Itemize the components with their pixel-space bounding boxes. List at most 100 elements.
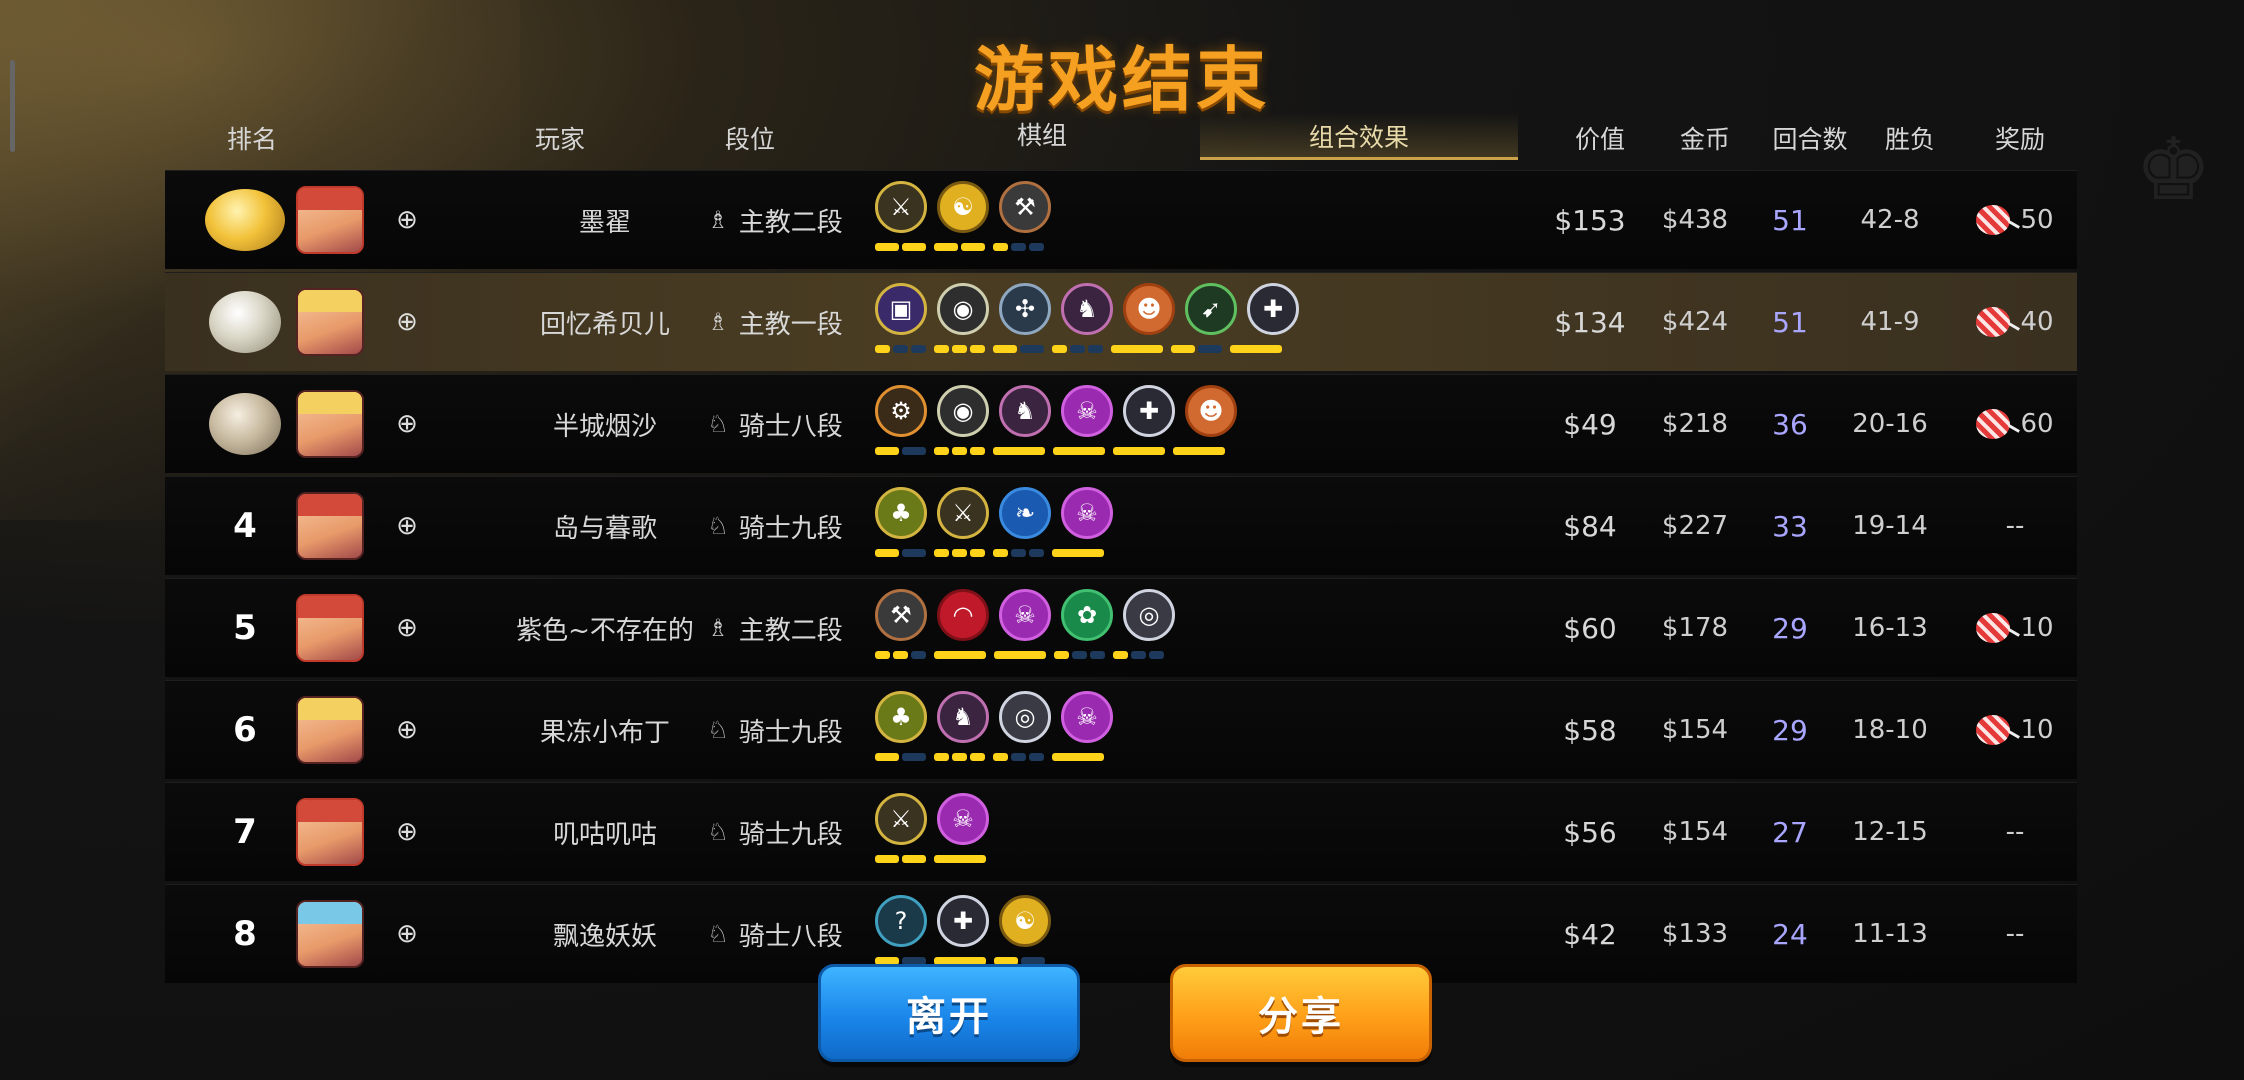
synergy-trait-icon[interactable]: ♞ [937,691,989,743]
avatar[interactable] [290,273,370,371]
avatar[interactable] [290,477,370,575]
candy-icon [1976,205,2011,235]
avatar-image [296,798,364,866]
avatar[interactable] [290,171,370,269]
synergy-trait-icon[interactable]: ✿ [1061,589,1113,641]
synergy-trait-icon[interactable]: ☻ [1185,385,1237,437]
synergy-trait-icon[interactable]: ♞ [1061,283,1113,335]
avatar[interactable] [290,579,370,677]
synergy-trait-icon[interactable]: ⚒ [999,181,1051,233]
add-friend-icon[interactable]: ⊕ [387,579,427,677]
synergy-trait-icon[interactable]: ◎ [1123,589,1175,641]
header-winloss: 胜负 [1884,125,1935,154]
synergy-trait-icon[interactable]: ⚒ [875,589,927,641]
synergy-pip [1011,243,1026,251]
avatar[interactable] [290,885,370,983]
player-tier: ♘ 骑士八段 [675,375,875,473]
synergy-pip [875,651,890,659]
table-row[interactable]: 5 ⊕ 紫色~不存在的 ♗ 主教二段 ⚒ ◠ ☠ ✿ ◎ $60 $178 29 16-13 10 [165,578,2077,677]
table-row[interactable]: ⊕ 半城烟沙 ♘ 骑士八段 ⚙ ◉ ♞ ☠ ✚ ☻ $49 $218 36 20-16 60 [165,374,2077,473]
synergy-pip [1171,345,1195,353]
synergy-trait-icon[interactable]: ◉ [937,385,989,437]
synergy-bar [993,549,1044,557]
add-friend-icon[interactable]: ⊕ [387,477,427,575]
synergy-pip [893,345,908,353]
synergy-pip [1070,345,1085,353]
reward-amount: 10 [2020,613,2054,643]
synergy-trait-icon[interactable]: ☠ [1061,487,1113,539]
synergy-pip [875,549,899,557]
synergy-trait-icon[interactable]: ? [875,895,927,947]
rank-medal [205,375,285,473]
avatar[interactable] [290,375,370,473]
table-row[interactable]: ⊕ 墨翟 ♗ 主教二段 ⚔ ☯ ⚒ $153 $438 51 42-8 50 [165,170,2077,269]
synergy-trait-icon[interactable]: ♣ [875,691,927,743]
synergy-pip [875,345,890,353]
synergy-trait-icon[interactable]: ◎ [999,691,1051,743]
add-friend-icon[interactable]: ⊕ [387,375,427,473]
add-friend-icon[interactable]: ⊕ [387,681,427,779]
synergy-trait-icon[interactable]: ❧ [999,487,1051,539]
synergy-trait-icon[interactable]: ⚔ [875,793,927,845]
synergy-pip [902,855,926,863]
synergy-trait-icon[interactable]: ◠ [937,589,989,641]
avatar[interactable] [290,681,370,779]
synergy-bar [1053,447,1105,455]
player-winloss: 41-9 [1860,307,1920,337]
player-tier: ♘ 骑士九段 [675,477,875,575]
share-button[interactable]: 分享 [1170,964,1432,1062]
add-friend-icon[interactable]: ⊕ [387,171,427,269]
synergy-trait-icon[interactable]: ◉ [937,283,989,335]
player-winloss: 20-16 [1852,409,1928,439]
table-row[interactable]: 8 ⊕ 飘逸妖妖 ♘ 骑士八段? ✚ ☯ $42 $133 24 11-13 -- [165,884,2077,983]
table-row[interactable]: 4 ⊕ 岛与暮歌 ♘ 骑士九段 ♣ ⚔ ❧ ☠ $84 $227 33 19-14 -- [165,476,2077,575]
player-value: $49 [1563,407,1617,441]
synergy-pip [875,243,899,251]
synergy-pip [934,447,949,455]
tier-label: 主教一段 [738,309,843,340]
tab-board[interactable]: 棋组 [1008,116,1076,152]
synergy-trait-icon[interactable]: ☯ [999,895,1051,947]
synergy-trait-icon[interactable]: ☻ [1123,283,1175,335]
synergy-pip [1113,651,1128,659]
synergy-pip [1052,345,1067,353]
add-friend-icon[interactable]: ⊕ [387,885,427,983]
table-row[interactable]: ⊕ 回忆希贝儿 ♗ 主教一段 ▣ ◉ ✣ ♞ ☻ ➹ ✚ $134 $424 51 41-9 40 [165,272,2077,371]
player-rounds: 27 [1772,815,1808,849]
synergy-trait-icon[interactable]: ✚ [937,895,989,947]
leave-button[interactable]: 离开 [818,964,1080,1062]
synergy-trait-icon[interactable]: ☠ [1061,691,1113,743]
synergy-trait-icon[interactable]: ☠ [1061,385,1113,437]
synergy-trait-icon[interactable]: ♣ [875,487,927,539]
synergy-bar [875,345,926,353]
synergy-trait-icon[interactable]: ⚙ [875,385,927,437]
synergy-trait-icon[interactable]: ☠ [937,793,989,845]
table-row[interactable]: 7 ⊕ 叽咕叽咕 ♘ 骑士九段 ⚔ ☠ $56 $154 27 12-15 -- [165,782,2077,881]
synergy-progress [875,651,1164,659]
synergy-trait-icon[interactable]: ⚔ [937,487,989,539]
candy-icon [1976,715,2011,745]
synergy-bar [993,243,1044,251]
synergy-trait-icon[interactable]: ☯ [937,181,989,233]
avatar[interactable] [290,783,370,881]
synergy-icons: ⚔ ☠ [875,789,989,849]
synergy-trait-icon[interactable]: ➹ [1185,283,1237,335]
synergy-trait-icon[interactable]: ♞ [999,385,1051,437]
synergy-trait-icon[interactable]: ✚ [1247,283,1299,335]
tab-synergy[interactable]: 组合效果 [1200,112,1518,160]
add-friend-icon[interactable]: ⊕ [387,783,427,881]
synergy-pip [1173,447,1225,455]
synergy-pip [993,549,1008,557]
synergy-pip [1054,651,1069,659]
results-table: ⊕ 墨翟 ♗ 主教二段 ⚔ ☯ ⚒ $153 $438 51 42-8 50 ⊕ 回忆希贝儿 ♗ 主教一段 ▣ ◉… [165,170,2077,986]
table-row[interactable]: 6 ⊕ 果冻小布丁 ♘ 骑士九段 ♣ ♞ ◎ ☠ $58 $154 29 18-10 10 [165,680,2077,779]
add-friend-icon[interactable]: ⊕ [387,273,427,371]
synergy-icons: ▣ ◉ ✣ ♞ ☻ ➹ ✚ [875,279,1299,339]
avatar-image [296,900,364,968]
synergy-trait-icon[interactable]: ✣ [999,283,1051,335]
synergy-trait-icon[interactable]: ⚔ [875,181,927,233]
synergy-pip [993,345,1017,353]
synergy-trait-icon[interactable]: ▣ [875,283,927,335]
synergy-trait-icon[interactable]: ☠ [999,589,1051,641]
synergy-trait-icon[interactable]: ✚ [1123,385,1175,437]
